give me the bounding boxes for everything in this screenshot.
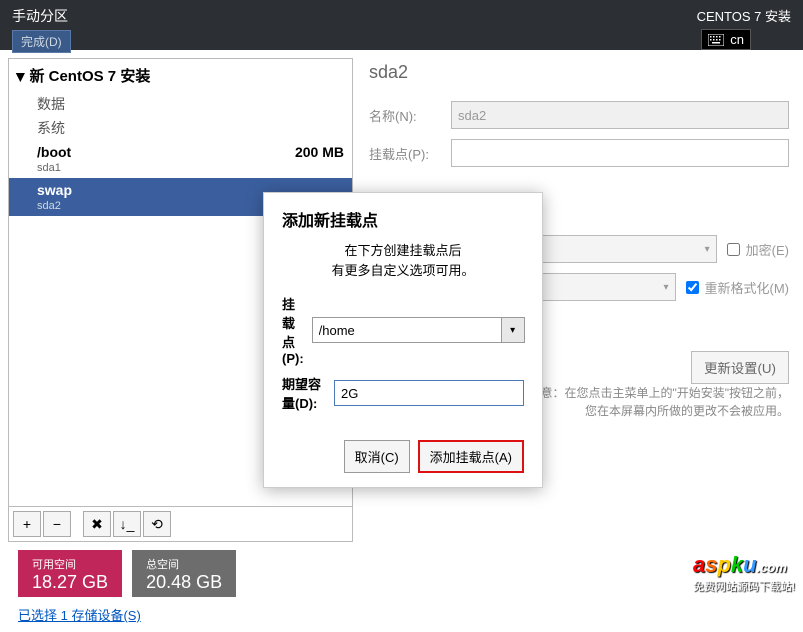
partition-detail-title: sda2 <box>369 62 789 83</box>
remove-partition-button[interactable]: − <box>43 511 71 537</box>
add-mountpoint-button[interactable]: 添加挂载点(A) <box>418 440 524 473</box>
note-line1: 注意：在您点击主菜单上的"开始安装"按钮之前， <box>528 386 789 400</box>
name-field[interactable] <box>451 101 789 129</box>
partition-size: 200 MB <box>295 144 344 174</box>
mount-field[interactable] <box>451 139 789 167</box>
reset-icon: ↓_ <box>120 516 135 532</box>
total-value: 20.48 GB <box>146 572 222 593</box>
dialog-mount-dropdown[interactable]: ▾ <box>501 317 525 343</box>
dialog-text1: 在下方创建挂载点后 <box>344 243 461 258</box>
total-label: 总空间 <box>146 556 222 572</box>
done-button[interactable]: 完成(D) <box>12 30 71 53</box>
add-partition-button[interactable]: + <box>13 511 41 537</box>
dialog-size-input[interactable] <box>334 380 524 406</box>
name-label: 名称(N): <box>369 106 441 125</box>
tool-reset-button[interactable]: ↓_ <box>113 511 141 537</box>
dialog-mount-label: 挂载点(P): <box>282 294 304 366</box>
available-label: 可用空间 <box>32 556 108 572</box>
partition-name: swap <box>37 182 72 198</box>
watermark: aspku.com 免费网站源码下载站! <box>693 552 795 594</box>
mount-label: 挂载点(P): <box>369 144 441 163</box>
tool-config-button[interactable]: ✖ <box>83 511 111 537</box>
cancel-button[interactable]: 取消(C) <box>344 440 410 473</box>
keyboard-icon <box>708 34 724 46</box>
category-data: 数据 <box>9 92 352 116</box>
note-line2: 您在本屏幕内所做的更改不会被应用。 <box>585 404 789 418</box>
encrypt-checkbox[interactable] <box>727 243 740 256</box>
partition-device: sda1 <box>37 162 71 174</box>
encrypt-label: 加密(E) <box>746 240 789 259</box>
category-system: 系统 <box>9 116 352 140</box>
total-space-box: 总空间 20.48 GB <box>132 550 236 597</box>
dialog-title: 添加新挂载点 <box>282 207 524 231</box>
chevron-down-icon: ▾ <box>663 282 668 293</box>
expand-icon: ▶ <box>15 73 28 81</box>
available-space-box: 可用空间 18.27 GB <box>18 550 122 597</box>
reformat-checkbox[interactable] <box>686 281 699 294</box>
keyboard-indicator[interactable]: cn <box>701 29 751 50</box>
refresh-icon: ⟲ <box>151 516 163 533</box>
watermark-tagline: 免费网站源码下载站! <box>693 581 795 593</box>
tool-refresh-button[interactable]: ⟲ <box>143 511 171 537</box>
partition-item-boot[interactable]: /boot sda1 200 MB <box>9 140 352 178</box>
page-title: 手动分区 <box>12 6 71 26</box>
dialog-text2: 有更多自定义选项可用。 <box>331 263 474 278</box>
tree-root[interactable]: ▶新 CentOS 7 安装 <box>9 59 352 92</box>
add-mountpoint-dialog: 添加新挂载点 在下方创建挂载点后 有更多自定义选项可用。 挂载点(P): ▾ 期… <box>263 192 543 488</box>
storage-devices-link[interactable]: 已选择 1 存储设备(S) <box>18 608 141 623</box>
dialog-mount-input[interactable] <box>312 317 501 343</box>
available-value: 18.27 GB <box>32 572 108 593</box>
partition-name: /boot <box>37 144 71 160</box>
install-label: CENTOS 7 安装 <box>697 6 791 25</box>
update-settings-button[interactable]: 更新设置(U) <box>691 351 789 384</box>
keyboard-layout: cn <box>730 32 744 47</box>
reformat-label: 重新格式化(M) <box>705 278 790 297</box>
partition-device: sda2 <box>37 200 72 212</box>
chevron-down-icon: ▾ <box>510 325 515 336</box>
chevron-down-icon: ▾ <box>705 244 710 255</box>
dialog-size-label: 期望容量(D): <box>282 374 326 412</box>
wrench-icon: ✖ <box>91 516 103 533</box>
